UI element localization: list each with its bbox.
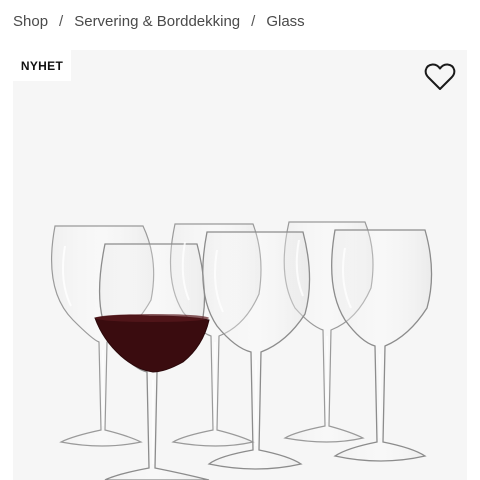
- breadcrumb-servering-borddekking[interactable]: Servering & Borddekking: [74, 12, 240, 32]
- wine-glasses-image: [50, 221, 433, 480]
- heart-outline-icon: [424, 63, 456, 90]
- breadcrumb-shop[interactable]: Shop: [13, 12, 48, 32]
- breadcrumb: Shop / Servering & Borddekking / Glass: [13, 12, 305, 32]
- breadcrumb-separator: /: [59, 13, 64, 30]
- breadcrumb-glass[interactable]: Glass: [266, 12, 304, 32]
- red-wine: [94, 314, 210, 373]
- breadcrumb-separator: /: [251, 13, 256, 30]
- wishlist-button[interactable]: [424, 62, 456, 92]
- product-image[interactable]: [13, 50, 467, 480]
- new-badge: NYHET: [13, 50, 71, 81]
